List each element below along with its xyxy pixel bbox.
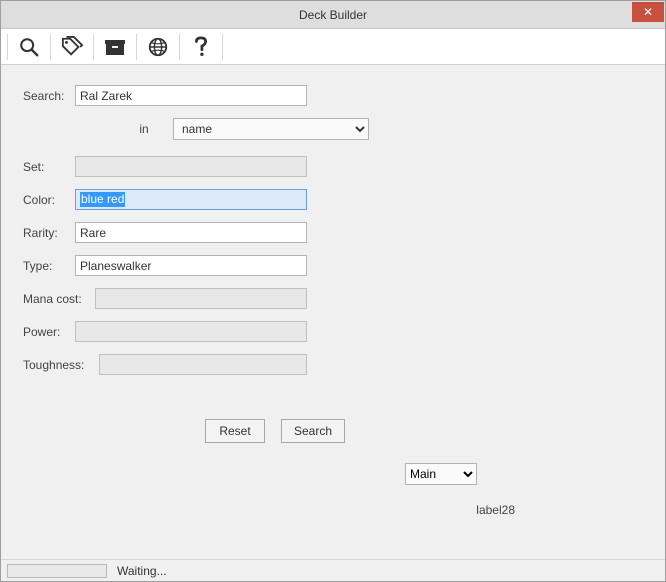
toughness-input[interactable] — [99, 354, 307, 375]
progress-bar — [7, 564, 107, 578]
toolbar-divider — [222, 34, 223, 60]
toolbar-divider — [50, 34, 51, 60]
manacost-row: Mana cost: — [23, 288, 653, 309]
search-row: Search: — [23, 85, 653, 106]
reset-button[interactable]: Reset — [205, 419, 265, 443]
deck-select-wrap: Main — [405, 463, 477, 485]
set-input[interactable] — [75, 156, 307, 177]
app-window: Deck Builder ✕ — [0, 0, 666, 582]
toolbar-divider — [7, 34, 8, 60]
manacost-label: Mana cost: — [23, 292, 95, 306]
toolbar-globe-button[interactable] — [143, 32, 173, 62]
toolbar — [1, 29, 665, 65]
search-input[interactable] — [75, 85, 307, 106]
close-icon: ✕ — [643, 6, 653, 18]
form-content: Search: in name Set: Color: blue red Rar… — [1, 65, 665, 559]
toughness-row: Toughness: — [23, 354, 653, 375]
toolbar-divider — [93, 34, 94, 60]
window-title: Deck Builder — [299, 8, 367, 22]
button-row: Reset Search — [205, 419, 653, 443]
in-row: in name — [115, 118, 653, 140]
set-row: Set: — [23, 156, 653, 177]
search-label: Search: — [23, 89, 75, 103]
in-select[interactable]: name — [173, 118, 369, 140]
toolbar-help-button[interactable] — [186, 32, 216, 62]
color-input[interactable] — [75, 189, 307, 210]
power-row: Power: — [23, 321, 653, 342]
close-button[interactable]: ✕ — [632, 2, 664, 22]
search-button[interactable]: Search — [281, 419, 345, 443]
help-icon — [191, 36, 211, 58]
deck-select[interactable]: Main — [405, 463, 477, 485]
power-input[interactable] — [75, 321, 307, 342]
rarity-input[interactable] — [75, 222, 307, 243]
toolbar-search-button[interactable] — [14, 32, 44, 62]
toolbar-archive-button[interactable] — [100, 32, 130, 62]
tags-icon — [60, 36, 84, 58]
toolbar-divider — [136, 34, 137, 60]
archive-icon — [103, 37, 127, 57]
globe-icon — [147, 36, 169, 58]
status-text: Waiting... — [117, 564, 167, 578]
in-label: in — [115, 122, 173, 136]
type-row: Type: — [23, 255, 653, 276]
set-label: Set: — [23, 160, 75, 174]
power-label: Power: — [23, 325, 75, 339]
toughness-label: Toughness: — [23, 358, 99, 372]
toolbar-tags-button[interactable] — [57, 32, 87, 62]
toolbar-divider — [179, 34, 180, 60]
type-input[interactable] — [75, 255, 307, 276]
statusbar: Waiting... — [1, 559, 665, 581]
rarity-label: Rarity: — [23, 226, 75, 240]
rarity-row: Rarity: — [23, 222, 653, 243]
color-label: Color: — [23, 193, 75, 207]
titlebar: Deck Builder ✕ — [1, 1, 665, 29]
label28: label28 — [476, 503, 515, 517]
search-icon — [18, 36, 40, 58]
type-label: Type: — [23, 259, 75, 273]
color-row: Color: blue red — [23, 189, 653, 210]
manacost-input[interactable] — [95, 288, 307, 309]
